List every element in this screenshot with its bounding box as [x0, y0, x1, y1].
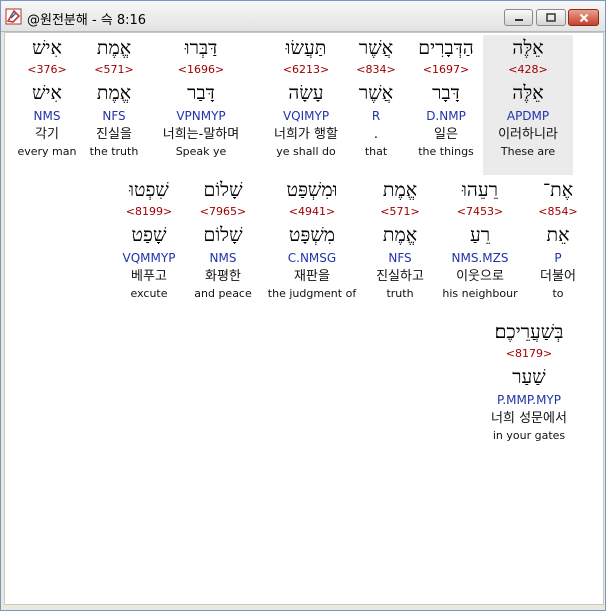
hebrew-word: בְּשַׁעֲרֵיכֶם׃: [494, 321, 564, 343]
english-gloss: ye shall do: [276, 145, 336, 158]
lemma-word: אֱמֶת: [382, 224, 418, 246]
morphology-code: P.MMP.MYP: [497, 393, 561, 407]
lemma-word: דָּבַר: [187, 82, 215, 104]
hebrew-word: אֵלֶּה: [512, 37, 544, 59]
korean-gloss: 진실하고: [376, 269, 424, 284]
app-window: @원전분해 - 슥 8:16 אֵלֶּה <428> אֵלֶּה APDMP 이러하…: [0, 0, 606, 611]
korean-gloss: 이웃으로: [456, 269, 504, 284]
lemma-word: אֵת: [546, 224, 570, 246]
lemma-word: שָׁפַט: [131, 224, 167, 246]
word-cell[interactable]: דַּבְּרוּ <1696> דָּבַר VPNMYP 너희는-말하며 Speak …: [156, 35, 246, 160]
korean-gloss: 베푸고: [131, 269, 167, 284]
korean-gloss: 너희가 행할: [274, 127, 338, 142]
morphology-code: NMS: [33, 109, 61, 123]
hebrew-word: אֶת־: [542, 179, 574, 201]
korean-gloss: 너희는-말하며: [162, 127, 240, 142]
lemma-word: אֵלֶּה: [512, 82, 544, 104]
morphology-code: C.NMSG: [287, 251, 337, 265]
strong-number: <376>: [27, 63, 67, 76]
morphology-code: VQIMYP: [282, 109, 330, 123]
korean-gloss: 이러하니라: [498, 127, 558, 142]
hebrew-word: דַּבְּרוּ: [184, 37, 218, 59]
hebrew-word: רֵעֵהוּ: [462, 179, 498, 201]
english-gloss: truth: [386, 287, 414, 300]
strong-number: <6213>: [282, 63, 330, 76]
lemma-word: עָשָׂה: [288, 82, 324, 104]
strong-number: <7453>: [456, 205, 504, 218]
morphology-code: NMS.MZS: [451, 251, 509, 265]
maximize-icon: [546, 13, 556, 22]
strong-number: <4941>: [288, 205, 336, 218]
minimize-icon: [514, 18, 523, 21]
lemma-word: אִישׁ: [32, 82, 62, 104]
strong-number: <1696>: [177, 63, 225, 76]
window-title: @원전분해 - 슥 8:16: [27, 13, 147, 28]
word-cell[interactable]: תַּעֲשׂוּ <6213> עָשָׂה VQIMYP 너희가 행할 ye shal…: [261, 35, 351, 160]
interlinear-view: אֵלֶּה <428> אֵלֶּה APDMP 이러하니라 These are הַדְ…: [4, 32, 604, 605]
strong-number: <571>: [380, 205, 420, 218]
korean-gloss: 더불어: [540, 269, 576, 284]
strong-number: <854>: [538, 205, 578, 218]
lemma-word: שַׁעַר: [512, 366, 546, 388]
close-icon: [579, 13, 588, 22]
hebrew-word: תַּעֲשׂוּ: [285, 37, 327, 59]
word-cell[interactable]: שִׁפְטוּ <8199> שָׁפַט VQMMYP 베푸고 excute: [104, 177, 194, 302]
english-gloss: These are: [500, 145, 556, 158]
morphology-code: NFS: [388, 251, 412, 265]
app-logo-icon: [5, 8, 22, 25]
lemma-word: מִשְׁפָּט: [288, 224, 336, 246]
morphology-code: APDMP: [506, 109, 550, 123]
korean-gloss: 각기: [35, 127, 59, 142]
morphology-code: VQMMYP: [122, 251, 176, 265]
korean-gloss: 너희 성문에서: [491, 411, 567, 426]
morphology-code: P: [554, 251, 562, 265]
english-gloss: every man: [17, 145, 77, 158]
korean-gloss: 재판을: [294, 269, 330, 284]
strong-number: <8179>: [505, 347, 553, 360]
hebrew-word: וּמִשְׁפַּט: [286, 179, 338, 201]
english-gloss: excute: [130, 287, 168, 300]
strong-number: <8199>: [125, 205, 173, 218]
minimize-button[interactable]: [504, 9, 533, 26]
strong-number: <428>: [508, 63, 548, 76]
word-cell[interactable]: רֵעֵהוּ <7453> רֵעַ NMS.MZS 이웃으로 his neighbou…: [435, 177, 525, 302]
hebrew-word: אִישׁ: [32, 37, 62, 59]
word-cell[interactable]: אֶת־ <854> אֵת P 더불어 to: [513, 177, 603, 302]
maximize-button[interactable]: [536, 9, 566, 26]
title-bar[interactable]: @원전분해 - 슥 8:16: [1, 1, 605, 32]
english-gloss: in your gates: [492, 429, 566, 442]
word-cell[interactable]: אִישׁ <376> אִישׁ NMS 각기 every man: [2, 35, 92, 160]
lemma-word: רֵעַ: [469, 224, 491, 246]
english-gloss: the judgment of: [267, 287, 357, 300]
word-cell[interactable]: אֱמֶת <571> אֱמֶת NFS 진실하고 truth: [355, 177, 445, 302]
english-gloss: Speak ye: [175, 145, 227, 158]
hebrew-word: אֱמֶת: [382, 179, 418, 201]
word-cell[interactable]: וּמִשְׁפַּט <4941> מִשְׁפָּט C.NMSG 재판을 the j…: [267, 177, 357, 302]
word-cell[interactable]: אֵלֶּה <428> אֵלֶּה APDMP 이러하니라 These are: [483, 35, 573, 175]
close-button[interactable]: [568, 9, 599, 26]
hebrew-word: שִׁפְטוּ: [129, 179, 169, 201]
english-gloss: to: [552, 287, 564, 300]
word-cell[interactable]: בְּשַׁעֲרֵיכֶם׃ <8179> שַׁעַר P.MMP.MYP 너희 성…: [484, 319, 574, 444]
morphology-code: VPNMYP: [176, 109, 226, 123]
english-gloss: his neighbour: [442, 287, 518, 300]
